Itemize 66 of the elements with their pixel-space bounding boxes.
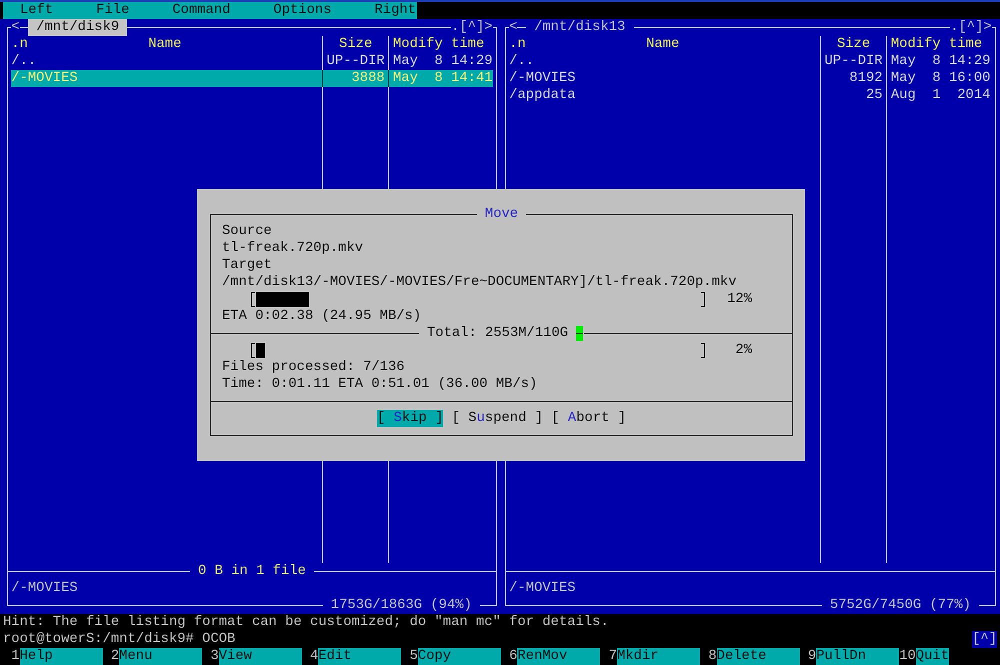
panel-nav-button[interactable]: < (11, 19, 20, 36)
column-header[interactable]: Name (646, 36, 680, 53)
file-row[interactable]: /.. UP--DIR May 8 14:29 (11, 53, 493, 70)
panel-nav-button[interactable]: . (950, 19, 958, 36)
target-label: Target (222, 257, 272, 273)
command-input[interactable]: OCOB (194, 631, 972, 648)
file-name: /.. (11, 53, 36, 69)
column-header[interactable]: Name (148, 36, 182, 53)
file-size: 8192 (849, 70, 883, 86)
disk-usage: 1753G/1863G (94%) (330, 597, 473, 614)
file-name: /-MOVIES (509, 70, 576, 86)
panel-nav-button[interactable]: . (451, 19, 460, 36)
file-eta: ETA 0:02.38 (24.95 MB/s) (222, 308, 422, 324)
file-size: 25 (866, 87, 883, 103)
total-label: Total: 2553M/110G (426, 325, 570, 342)
file-size: 3888 (351, 70, 385, 86)
panel-nav-button[interactable]: > (983, 19, 992, 36)
file-modified-time: Aug 1 2014 (890, 87, 990, 103)
dialog-button[interactable]: [ Suspend ] (452, 410, 543, 427)
mini-status: /-MOVIES (509, 580, 576, 597)
files-processed: Files processed: 7/136 (222, 359, 405, 375)
disk-usage: 5752G/7450G (77%) (828, 597, 972, 614)
file-modified-time: May 8 14:41 (392, 70, 493, 86)
progress-percent: 2% (735, 342, 752, 358)
file-size: UP--DIR (326, 53, 385, 69)
menu-item[interactable]: File (96, 2, 130, 19)
history-button[interactable]: [^] (972, 631, 997, 648)
file-modified-time: May 8 14:29 (890, 53, 990, 69)
panel-nav-button[interactable]: [^] (958, 19, 984, 36)
column-header[interactable]: Modify time (392, 36, 484, 52)
source-file: tl-freak.720p.mkv (222, 240, 364, 256)
file-name: /.. (509, 53, 534, 69)
dialog-button[interactable]: [ Skip ] (376, 410, 444, 427)
panel-nav-button[interactable]: < (509, 19, 518, 36)
panel-nav-button[interactable]: > (484, 19, 493, 36)
selection-summary: 0 B in 1 file (197, 563, 307, 580)
menu-item[interactable]: Left (20, 2, 54, 19)
file-row[interactable]: /-MOVIES 8192 May 8 16:00 (509, 70, 992, 87)
shell-prompt: root@towerS:/mnt/disk9# (2, 631, 194, 648)
file-name: /appdata (509, 87, 576, 103)
column-header[interactable]: Size (836, 36, 870, 52)
sort-indicator[interactable]: .n (509, 36, 526, 53)
file-row[interactable]: /appdata 25 Aug 1 2014 (509, 87, 992, 104)
source-label: Source (222, 223, 272, 239)
progress-percent: 12% (727, 291, 752, 307)
menu-item[interactable]: Command (172, 2, 230, 19)
file-row[interactable]: /.. UP--DIR May 8 14:29 (509, 53, 992, 70)
column-header[interactable]: Size (339, 36, 372, 52)
menu-item[interactable]: Options (273, 2, 332, 19)
file-modified-time: May 8 14:29 (392, 53, 493, 69)
column-header[interactable]: Modify time (890, 36, 982, 52)
panel-nav-button[interactable]: [^] (459, 19, 484, 36)
dialog-button[interactable]: [ Abort ] (551, 410, 626, 427)
menu-item[interactable]: Right (374, 2, 416, 19)
elapsed-time: Time: 0:01.11 ETA 0:51.01 (36.00 MB/s) (222, 376, 538, 392)
hint-text: Hint: The file listing format can be customized; do "man mc" for details. (3, 614, 609, 630)
sort-indicator[interactable]: .n (11, 36, 28, 53)
cursor-icon (576, 326, 584, 341)
file-name: /-MOVIES (11, 70, 78, 86)
dialog-title: Move (484, 206, 520, 223)
panel-path-title[interactable]: /mnt/disk9 (28, 19, 128, 36)
panel-path-title[interactable]: /mnt/disk13 (526, 19, 634, 36)
file-size: UP--DIR (824, 53, 883, 69)
target-path: /mnt/disk13/-MOVIES/-MOVIES/Fre~DOCUMENTARY]/tl-freak.720p.mkv (222, 274, 736, 290)
mini-status: /-MOVIES (11, 580, 78, 597)
file-modified-time: May 8 16:00 (890, 70, 990, 86)
